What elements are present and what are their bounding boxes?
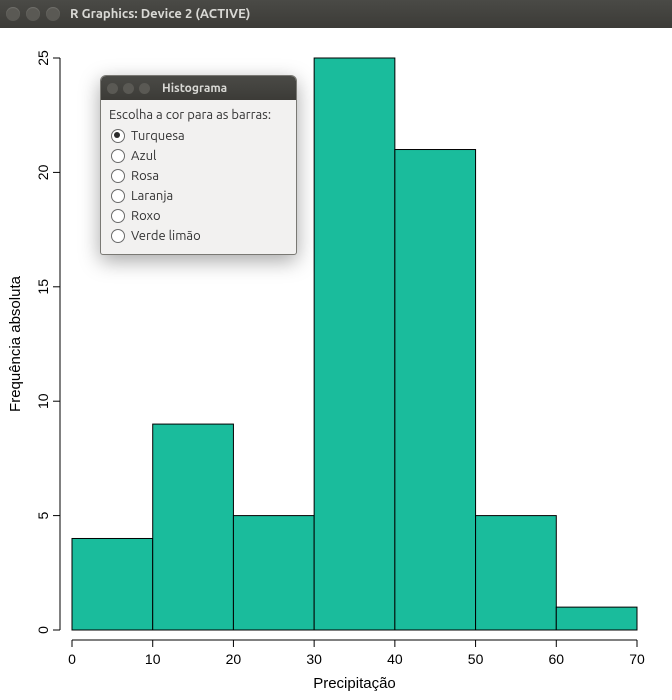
window-controls: [6, 7, 60, 21]
dialog-titlebar[interactable]: Histograma: [101, 76, 296, 100]
histogram-bar: [556, 607, 637, 630]
radio-group: Turquesa Azul Rosa Laranja Roxo Verde limão: [109, 126, 288, 246]
x-tick-label: 20: [226, 651, 242, 667]
dialog-prompt: Escolha a cor para as barras:: [109, 108, 288, 122]
histogram-bar: [395, 150, 476, 630]
radio-icon[interactable]: [111, 149, 125, 163]
window-title: R Graphics: Device 2 (ACTIVE): [70, 7, 250, 21]
x-tick-label: 60: [548, 651, 564, 667]
histogram-bar: [233, 516, 314, 630]
x-tick-label: 0: [68, 651, 76, 667]
radio-icon[interactable]: [111, 189, 125, 203]
radio-option[interactable]: Turquesa: [109, 126, 288, 146]
radio-option[interactable]: Rosa: [109, 166, 288, 186]
radio-option[interactable]: Azul: [109, 146, 288, 166]
histogram-bar: [314, 58, 395, 630]
y-tick-label: 5: [35, 511, 51, 519]
x-axis-label: Precipitação: [313, 675, 396, 692]
y-tick-label: 20: [35, 164, 51, 180]
radio-icon[interactable]: [111, 229, 125, 243]
dialog-body: Escolha a cor para as barras: Turquesa Az…: [101, 100, 296, 254]
minimize-icon[interactable]: [26, 7, 40, 21]
y-tick-label: 15: [35, 279, 51, 295]
radio-label: Laranja: [131, 189, 173, 203]
radio-icon[interactable]: [111, 209, 125, 223]
dialog-window-controls: [107, 83, 150, 94]
radio-option[interactable]: Roxo: [109, 206, 288, 226]
radio-label: Azul: [131, 149, 156, 163]
close-icon[interactable]: [107, 83, 118, 94]
minimize-icon[interactable]: [123, 83, 134, 94]
radio-icon[interactable]: [111, 129, 125, 143]
maximize-icon[interactable]: [46, 7, 60, 21]
x-tick-label: 30: [306, 651, 322, 667]
histogram-bar: [72, 538, 153, 630]
maximize-icon[interactable]: [139, 83, 150, 94]
radio-label: Roxo: [131, 209, 161, 223]
y-tick-label: 25: [35, 50, 51, 66]
color-dialog[interactable]: Histograma Escolha a cor para as barras:…: [100, 75, 297, 255]
app-window: R Graphics: Device 2 (ACTIVE) 0 10 20 30 40 5…: [0, 0, 672, 700]
histogram-bar: [476, 516, 557, 630]
radio-option[interactable]: Verde limão: [109, 226, 288, 246]
radio-option[interactable]: Laranja: [109, 186, 288, 206]
y-axis-label: Frequência absoluta: [7, 275, 24, 412]
radio-icon[interactable]: [111, 169, 125, 183]
histogram-bar: [153, 424, 234, 630]
x-tick-label: 40: [387, 651, 403, 667]
y-tick-label: 10: [35, 393, 51, 409]
x-tick-label: 70: [629, 651, 645, 667]
x-tick-label: 50: [468, 651, 484, 667]
titlebar[interactable]: R Graphics: Device 2 (ACTIVE): [0, 0, 672, 28]
radio-label: Verde limão: [131, 229, 201, 243]
close-icon[interactable]: [6, 7, 20, 21]
radio-label: Rosa: [131, 169, 159, 183]
y-tick-label: 0: [35, 626, 51, 634]
x-tick-label: 10: [145, 651, 161, 667]
radio-label: Turquesa: [131, 129, 185, 143]
dialog-title: Histograma: [162, 82, 227, 95]
